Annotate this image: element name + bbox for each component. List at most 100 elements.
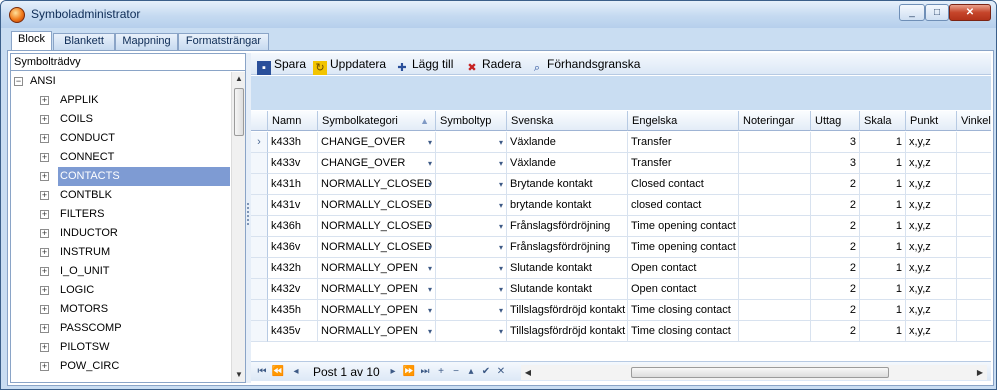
cell-namn[interactable]: k433v <box>268 153 318 174</box>
cell-noteringar[interactable] <box>739 237 811 258</box>
cell-symbolkategori[interactable]: CHANGE_OVER ▾ <box>318 132 436 153</box>
expand-icon[interactable]: + <box>40 210 49 219</box>
cell-punkt[interactable]: x,y,z <box>906 237 957 258</box>
cell-namn[interactable]: k432h <box>268 258 318 279</box>
column-header-noteringar[interactable]: Noteringar <box>739 111 811 131</box>
dropdown-arrow-icon[interactable]: ▾ <box>499 216 503 236</box>
dropdown-arrow-icon[interactable]: ▾ <box>499 300 503 320</box>
cell-punkt[interactable]: x,y,z <box>906 258 957 279</box>
column-header-punkt[interactable]: Punkt <box>906 111 957 131</box>
cell-vinkel[interactable] <box>957 174 991 195</box>
cell-punkt[interactable]: x,y,z <box>906 174 957 195</box>
preview-button[interactable]: ⌕ Förhandsgranska <box>530 55 640 74</box>
cell-vinkel[interactable] <box>957 300 991 321</box>
dropdown-arrow-icon[interactable]: ▾ <box>428 237 432 257</box>
expand-icon[interactable]: + <box>40 267 49 276</box>
cell-skala[interactable]: 1 <box>860 321 906 342</box>
column-header-svenska[interactable]: Svenska <box>507 111 628 131</box>
column-header-skala[interactable]: Skala <box>860 111 906 131</box>
cell-symbolkategori[interactable]: NORMALLY_OPEN ▾ <box>318 321 436 342</box>
maximize-button[interactable]: □ <box>925 4 949 21</box>
cell-uttag[interactable]: 2 <box>811 195 860 216</box>
next-record-icon[interactable]: ▸ <box>386 364 400 380</box>
cell-punkt[interactable]: x,y,z <box>906 300 957 321</box>
cell-engelska[interactable]: Time opening contact <box>628 216 739 237</box>
dropdown-arrow-icon[interactable]: ▾ <box>428 300 432 320</box>
column-header-symbolkategori[interactable]: Symbolkategori ▲ <box>318 111 436 131</box>
close-button[interactable]: ✕ <box>949 4 991 21</box>
cell-namn[interactable]: k431h <box>268 174 318 195</box>
tab-block[interactable]: Block <box>11 31 52 51</box>
cell-skala[interactable]: 1 <box>860 279 906 300</box>
cell-namn[interactable]: k436h <box>268 216 318 237</box>
dropdown-arrow-icon[interactable]: ▾ <box>499 132 503 152</box>
cell-engelska[interactable]: Open contact <box>628 258 739 279</box>
cell-skala[interactable]: 1 <box>860 300 906 321</box>
cell-uttag[interactable]: 2 <box>811 216 860 237</box>
dropdown-arrow-icon[interactable]: ▾ <box>499 174 503 194</box>
cell-punkt[interactable]: x,y,z <box>906 279 957 300</box>
column-header-vinkel[interactable]: Vinkel <box>957 111 991 131</box>
cell-uttag[interactable]: 2 <box>811 300 860 321</box>
column-header-uttag[interactable]: Uttag <box>811 111 860 131</box>
cell-uttag[interactable]: 3 <box>811 153 860 174</box>
cell-symbolkategori[interactable]: NORMALLY_CLOSED ▾ <box>318 237 436 258</box>
scroll-down-icon[interactable]: ▼ <box>232 368 245 382</box>
dropdown-arrow-icon[interactable]: ▾ <box>499 258 503 278</box>
cell-vinkel[interactable] <box>957 258 991 279</box>
column-header-engelska[interactable]: Engelska <box>628 111 739 131</box>
dropdown-arrow-icon[interactable]: ▾ <box>428 153 432 173</box>
row-selector[interactable] <box>251 174 268 195</box>
first-page-icon[interactable]: ⏮ <box>255 364 269 380</box>
expand-icon[interactable]: + <box>40 286 49 295</box>
collapse-icon[interactable]: − <box>14 77 23 86</box>
expand-icon[interactable]: + <box>40 191 49 200</box>
cell-symbolkategori[interactable]: NORMALLY_CLOSED ▾ <box>318 195 436 216</box>
cell-noteringar[interactable] <box>739 153 811 174</box>
delete-button[interactable]: ✖ Radera <box>465 55 521 74</box>
cell-engelska[interactable]: Time closing contact <box>628 321 739 342</box>
cell-skala[interactable]: 1 <box>860 258 906 279</box>
cell-punkt[interactable]: x,y,z <box>906 195 957 216</box>
scroll-left-icon[interactable]: ◀ <box>521 365 535 380</box>
row-selector[interactable] <box>251 153 268 174</box>
cell-symboltyp[interactable]: ▾ <box>436 300 507 321</box>
cancel-edit-icon[interactable]: ✕ <box>495 364 507 380</box>
cell-svenska[interactable]: brytande kontakt <box>507 195 628 216</box>
dropdown-arrow-icon[interactable]: ▾ <box>499 321 503 341</box>
cell-uttag[interactable]: 3 <box>811 132 860 153</box>
expand-icon[interactable]: + <box>40 153 49 162</box>
dropdown-arrow-icon[interactable]: ▾ <box>428 195 432 215</box>
expand-icon[interactable]: + <box>40 343 49 352</box>
expand-icon[interactable]: + <box>40 96 49 105</box>
cell-noteringar[interactable] <box>739 279 811 300</box>
cell-engelska[interactable]: Transfer <box>628 153 739 174</box>
cell-engelska[interactable]: Time opening contact <box>628 237 739 258</box>
cell-symboltyp[interactable]: ▾ <box>436 321 507 342</box>
expand-icon[interactable]: + <box>40 362 49 371</box>
cell-svenska[interactable]: Frånslagsfördröjning <box>507 237 628 258</box>
column-header-namn[interactable]: Namn <box>268 111 318 131</box>
cell-skala[interactable]: 1 <box>860 132 906 153</box>
cell-namn[interactable]: k435v <box>268 321 318 342</box>
cell-svenska[interactable]: Frånslagsfördröjning <box>507 216 628 237</box>
next-page-icon[interactable]: ⏩ <box>402 364 416 380</box>
grid-horizontal-scrollbar[interactable]: ◀ ▶ <box>521 365 987 380</box>
dropdown-arrow-icon[interactable]: ▾ <box>499 237 503 257</box>
remove-record-icon[interactable]: − <box>450 364 462 380</box>
cell-uttag[interactable]: 2 <box>811 237 860 258</box>
cell-noteringar[interactable] <box>739 258 811 279</box>
row-selector[interactable] <box>251 258 268 279</box>
cell-noteringar[interactable] <box>739 321 811 342</box>
dropdown-arrow-icon[interactable]: ▾ <box>428 321 432 341</box>
add-record-icon[interactable]: + <box>435 364 447 380</box>
dropdown-arrow-icon[interactable]: ▾ <box>499 195 503 215</box>
expand-icon[interactable]: + <box>40 229 49 238</box>
cell-symbolkategori[interactable]: NORMALLY_OPEN ▾ <box>318 258 436 279</box>
row-selector[interactable] <box>251 216 268 237</box>
cell-uttag[interactable]: 2 <box>811 258 860 279</box>
dropdown-arrow-icon[interactable]: ▾ <box>428 132 432 152</box>
cell-symboltyp[interactable]: ▾ <box>436 195 507 216</box>
cell-engelska[interactable]: Time closing contact <box>628 300 739 321</box>
cell-svenska[interactable]: Tillslagsfördröjd kontakt <box>507 300 628 321</box>
